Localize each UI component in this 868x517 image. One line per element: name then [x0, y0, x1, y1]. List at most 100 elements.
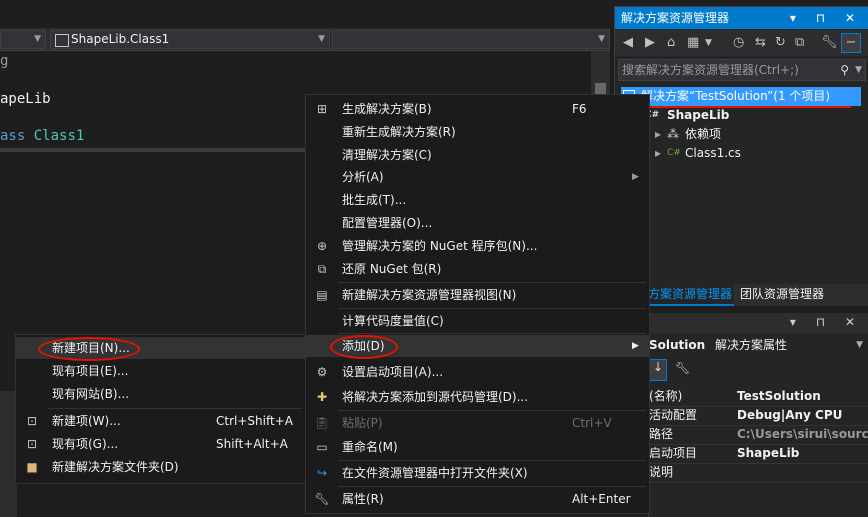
collapse-all-icon[interactable]: ⧉ [795, 35, 804, 50]
code-line: g [0, 53, 9, 69]
pending-changes-icon[interactable]: ◷ [733, 35, 744, 50]
property-row[interactable]: 启动项目 ShapeLib [649, 444, 868, 464]
menu-item-add-to-source-control[interactable]: ✚ 将解决方案添加到源代码管理(D)... [306, 386, 649, 408]
new-item-icon: ⊡ [26, 414, 38, 428]
window-buttons[interactable]: ▾ ⊓ ✕ [790, 7, 863, 29]
editor-navigation-bar: ▼ ShapeLib.Class1 ▼ ▼ [0, 28, 610, 51]
preview-icon[interactable]: − [841, 33, 861, 53]
tree-item-label: 依赖项 [685, 127, 722, 141]
tree-item-solution[interactable]: 解决方案“TestSolution”(1 个项目) [621, 87, 861, 108]
window-buttons[interactable]: ▾ ⊓ ✕ [790, 315, 863, 329]
sort-alphabetical-icon[interactable]: ↓ [649, 359, 667, 381]
search-placeholder: 搜索解决方案资源管理器(Ctrl+;) [622, 63, 799, 77]
property-pages-icon[interactable]: 🔧︎ [675, 361, 690, 375]
menu-item-label: 设置启动项目(A)... [342, 365, 444, 379]
menu-item-analyze[interactable]: 分析(A) ▶ [306, 166, 649, 188]
menu-item-build-solution[interactable]: ⊞ 生成解决方案(B) F6 [306, 98, 649, 120]
tab-team-explorer[interactable]: 团队资源管理器 [740, 284, 840, 304]
properties-object-selector[interactable]: Solution 解决方案属性 ▼ [649, 335, 868, 355]
menu-separator [338, 410, 646, 411]
solution-search-box[interactable]: 搜索解决方案资源管理器(Ctrl+;) ⚲ ▼ [618, 59, 866, 81]
menu-item-set-startup-projects[interactable]: ⚙ 设置启动项目(A)... [306, 361, 649, 383]
project-dropdown[interactable]: ▼ [0, 30, 46, 49]
type-dropdown[interactable]: ShapeLib.Class1 ▼ [50, 30, 330, 49]
red-circle-annotation [330, 335, 398, 359]
menu-item-configuration-manager[interactable]: 配置管理器(O)... [306, 212, 649, 234]
restore-icon: ⧉ [317, 262, 327, 276]
tab-solution-explorer[interactable]: 方案资源管理器 [648, 284, 734, 306]
sync-icon[interactable]: ⇆ [755, 35, 766, 50]
menu-item-label: 新建解决方案资源管理器视图(N) [342, 288, 517, 302]
class-icon [55, 34, 69, 47]
code-line: apeLib [0, 91, 51, 107]
menu-item-existing-item[interactable]: ⊡ 现有项(G)... Shift+Alt+A [16, 433, 306, 455]
property-row[interactable]: 活动配置 Debug|Any CPU [649, 406, 868, 426]
add-submenu: 新建项目(N)... 现有项目(E)... 现有网站(B)... ⊡ 新建项(W… [15, 334, 307, 484]
menu-item-existing-project[interactable]: 现有项目(E)... [16, 360, 306, 382]
menu-item-rebuild-solution[interactable]: 重新生成解决方案(R) [306, 121, 649, 143]
existing-item-icon: ⊡ [26, 437, 38, 451]
menu-separator [338, 308, 646, 309]
menu-item-shortcut: Shift+Alt+A [216, 437, 288, 451]
menu-item-shortcut: Ctrl+Shift+A [216, 414, 293, 428]
menu-item-label: 现有项(G)... [52, 437, 119, 451]
code-line: ass Class1 [0, 128, 84, 144]
object-type: 解决方案属性 [715, 338, 788, 352]
property-name: 启动项目 [649, 446, 698, 460]
member-dropdown[interactable]: ▼ [332, 30, 610, 49]
chevron-down-icon[interactable]: ▼ [855, 60, 862, 80]
menu-item-properties[interactable]: 🔧︎ 属性(R) Alt+Enter [306, 488, 649, 510]
menu-item-new-item[interactable]: ⊡ 新建项(W)... Ctrl+Shift+A [16, 410, 306, 432]
submenu-arrow-icon: ▶ [632, 341, 639, 351]
menu-item-open-in-file-explorer[interactable]: ↪ 在文件资源管理器中打开文件夹(X) [306, 462, 649, 484]
menu-item-clean-solution[interactable]: 清理解决方案(C) [306, 144, 649, 166]
property-name: 活动配置 [649, 408, 698, 422]
menu-item-rename[interactable]: ▭ 重命名(M) [306, 436, 649, 458]
red-circle-annotation [38, 337, 140, 361]
menu-item-label: 现有网站(B)... [52, 387, 130, 401]
wrench-icon[interactable]: 🔧︎ [821, 35, 838, 50]
menu-item-label: 生成解决方案(B) [342, 102, 432, 116]
search-icon[interactable]: ⚲ [840, 60, 849, 80]
menu-item-restore-nuget[interactable]: ⧉ 还原 NuGet 包(R) [306, 258, 649, 280]
back-icon[interactable]: ◀ [623, 35, 633, 50]
home-icon[interactable]: ⌂ [667, 35, 675, 50]
menu-item-label: 清理解决方案(C) [342, 148, 432, 162]
property-value: TestSolution [737, 389, 821, 403]
menu-item-label: 新建解决方案文件夹(D) [52, 460, 179, 474]
menu-item-new-explorer-view[interactable]: ▤ 新建解决方案资源管理器视图(N) [306, 284, 649, 306]
source-control-icon: ✚ [316, 390, 328, 404]
keyword-token: ass [0, 128, 26, 144]
chevron-down-icon: ▼ [598, 34, 605, 44]
chevron-down-icon[interactable]: ▼ [856, 335, 863, 355]
gear-icon: ⚙ [316, 365, 328, 379]
menu-item-manage-nuget[interactable]: ⊕ 管理解决方案的 NuGet 程序包(N)... [306, 235, 649, 257]
menu-item-label: 计算代码度量值(C) [342, 314, 444, 328]
menu-item-shortcut: Ctrl+V [572, 416, 612, 430]
refresh-icon[interactable]: ↻ [775, 35, 786, 50]
property-name: 说明 [649, 465, 674, 479]
menu-item-existing-website[interactable]: 现有网站(B)... [16, 383, 306, 405]
tree-item-label: 解决方案“TestSolution”(1 个项目) [641, 89, 831, 103]
forward-icon[interactable]: ▶ [645, 35, 655, 50]
dependencies-icon: ⁂ [667, 127, 679, 141]
menu-item-batch-build[interactable]: 批生成(T)... [306, 189, 649, 211]
menu-separator [338, 333, 646, 334]
folder-icon: ■ [26, 460, 38, 474]
property-value: ShapeLib [737, 446, 800, 460]
menu-item-new-solution-folder[interactable]: ■ 新建解决方案文件夹(D) [16, 456, 306, 478]
expand-arrow-icon[interactable]: ▸ [655, 125, 661, 144]
property-row[interactable]: 路径 C:\Users\sirui\source [649, 425, 868, 445]
switch-views-icon[interactable]: ▦ [687, 35, 699, 50]
menu-item-code-metrics[interactable]: 计算代码度量值(C) [306, 310, 649, 332]
menu-item-label: 批生成(T)... [342, 193, 407, 207]
property-row[interactable]: 说明 [649, 463, 868, 483]
properties-title-bar: ▾ ⊓ ✕ [649, 313, 868, 333]
menu-separator [48, 408, 302, 409]
menu-item-paste[interactable]: 📋︎ 粘贴(P) Ctrl+V [306, 412, 649, 434]
panel-title: 解决方案资源管理器 [621, 11, 730, 25]
expand-arrow-icon[interactable]: ▸ [655, 144, 661, 163]
solution-explorer-toolbar: ◀ ▶ ⌂ ▦ ▼ ◷ ⇆ ↻ ⧉ 🔧︎ − [615, 30, 868, 56]
chevron-down-icon[interactable]: ▼ [705, 38, 712, 48]
property-row[interactable]: (名称) TestSolution [649, 387, 868, 407]
